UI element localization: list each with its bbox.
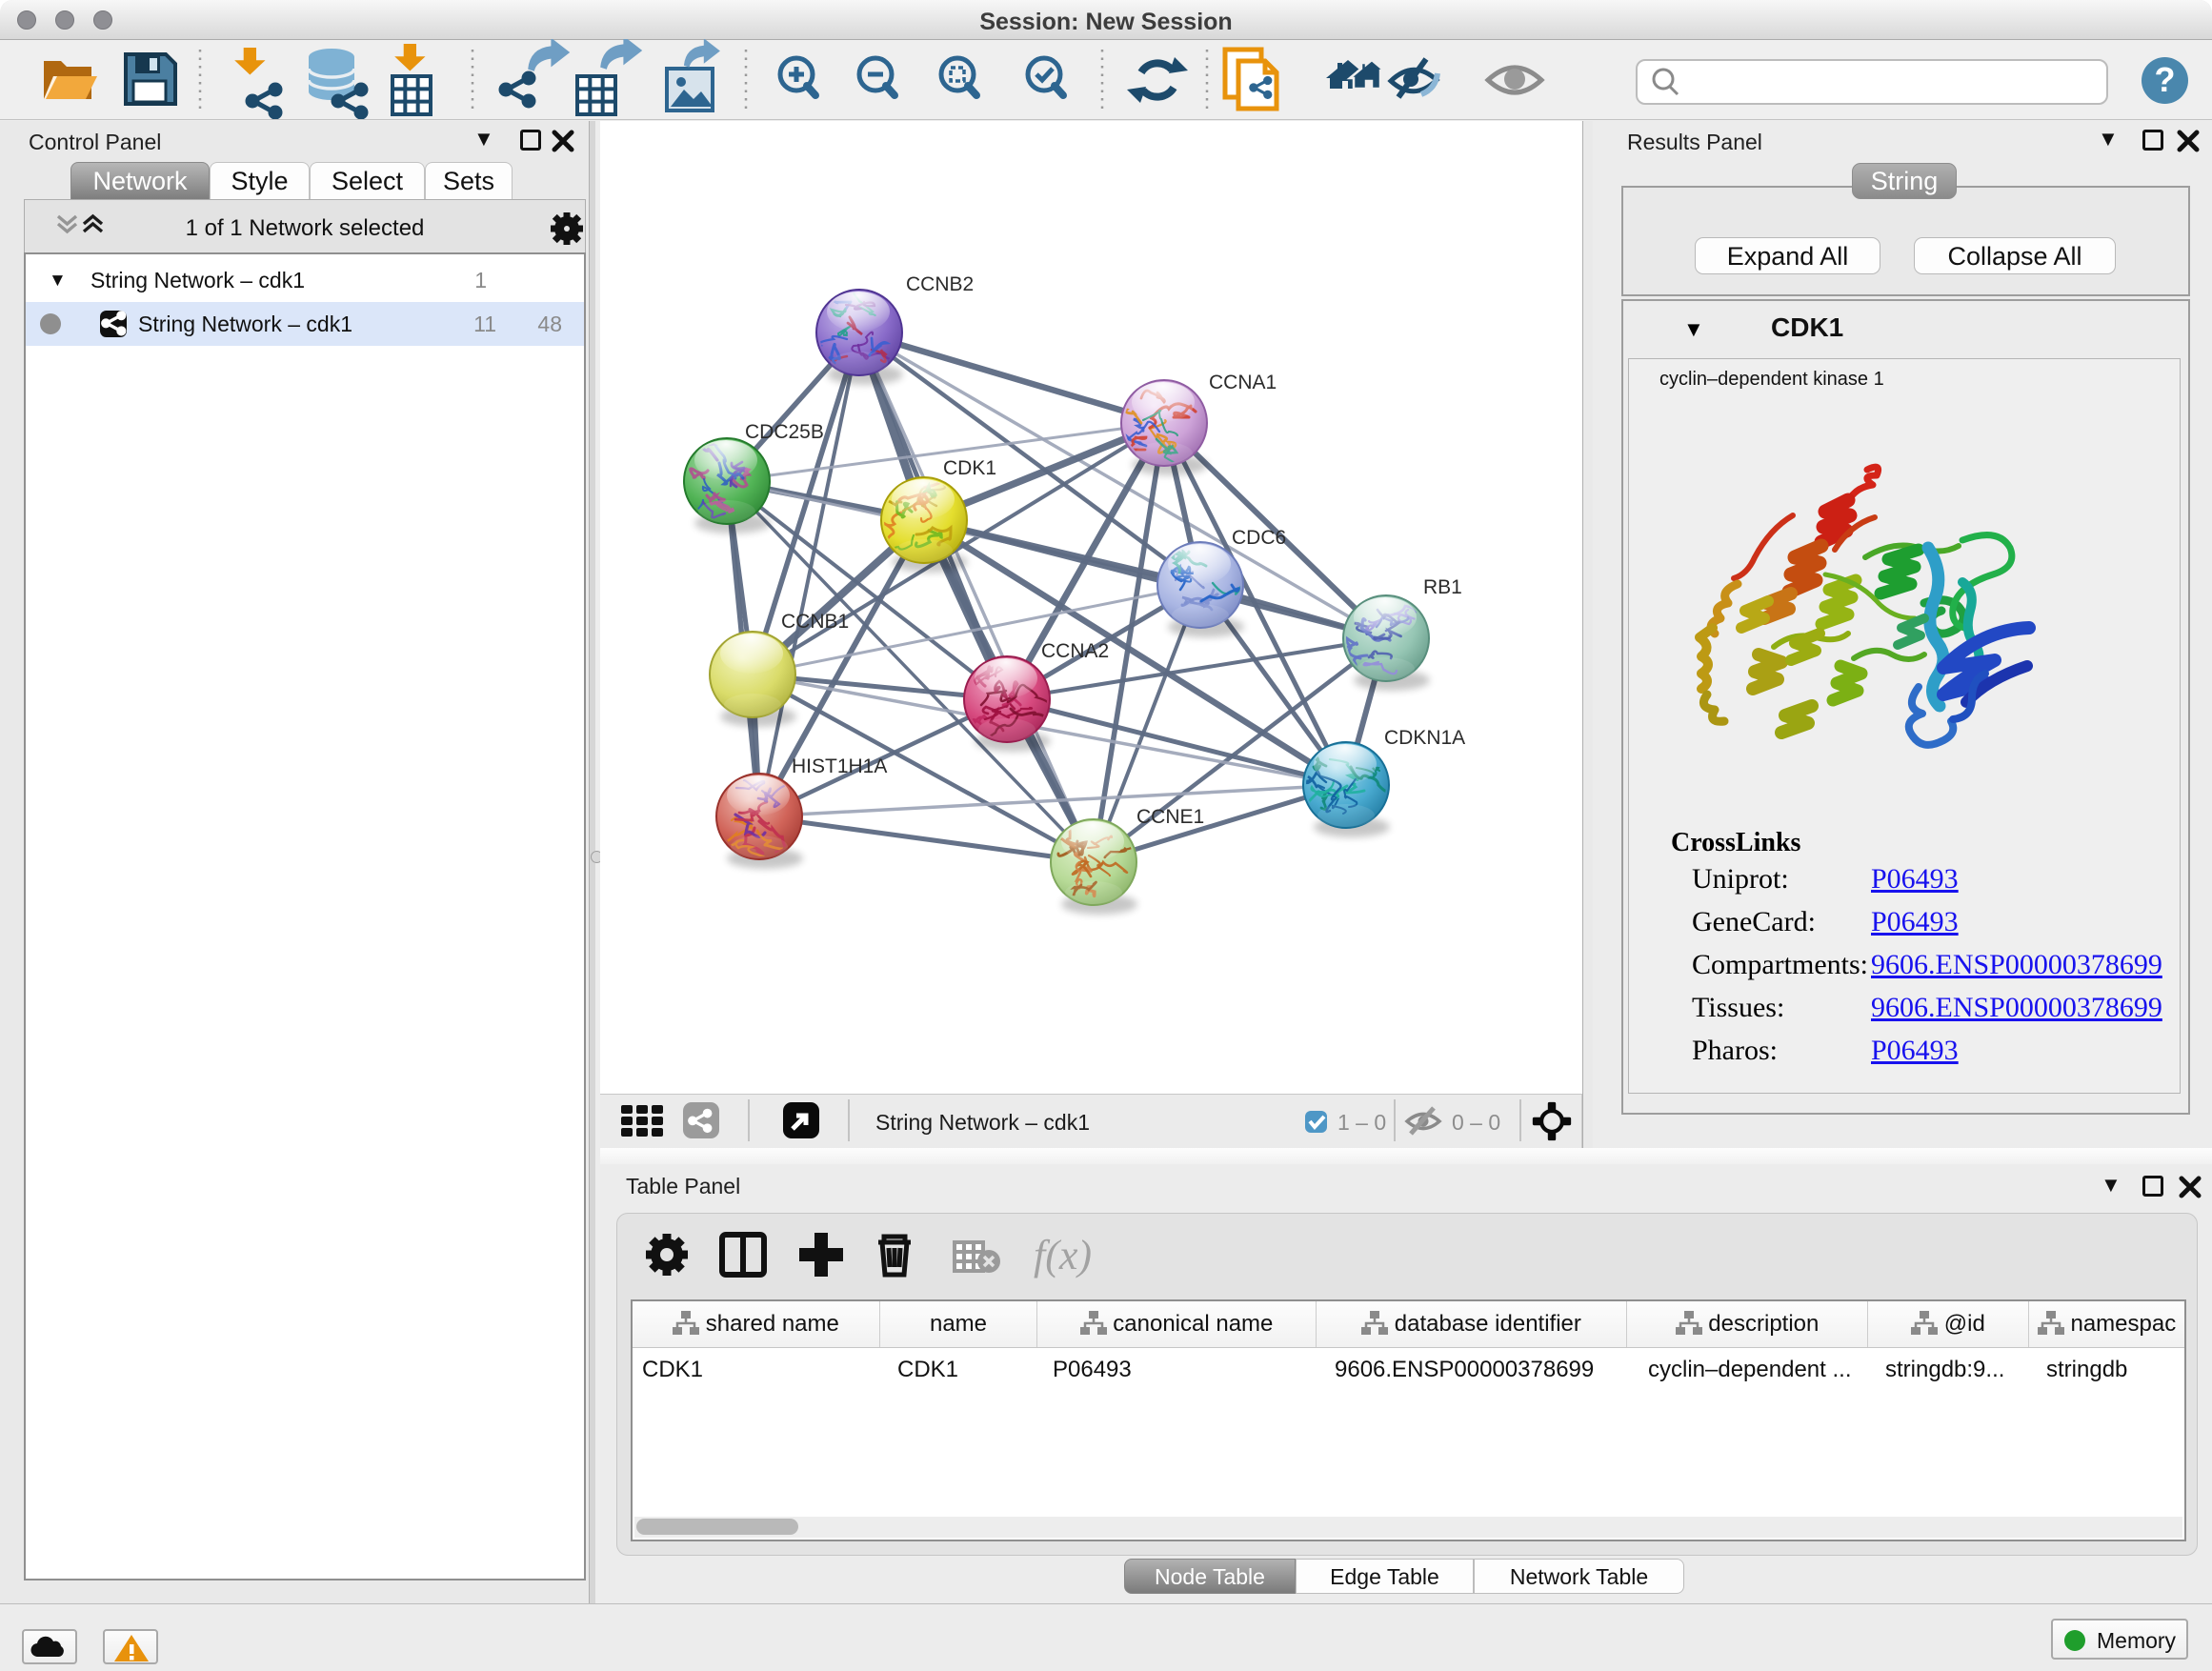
svg-text:HIST1H1A: HIST1H1A	[792, 755, 887, 777]
svg-text:CDC6: CDC6	[1232, 527, 1286, 549]
svg-text:CDC25B: CDC25B	[745, 421, 824, 443]
svg-text:0 – 0: 0 – 0	[1452, 1110, 1500, 1135]
svg-text:CCNB2: CCNB2	[906, 273, 974, 295]
svg-text:RB1: RB1	[1423, 576, 1462, 598]
svg-text:f(x): f(x)	[1034, 1232, 1092, 1278]
svg-text:String Network – cdk1: String Network – cdk1	[875, 1110, 1090, 1135]
svg-text:CCNB1: CCNB1	[781, 611, 849, 633]
svg-text:CDKN1A: CDKN1A	[1384, 727, 1465, 749]
svg-text:CCNE1: CCNE1	[1136, 806, 1204, 828]
svg-text:CCNA2: CCNA2	[1041, 640, 1109, 662]
svg-text:CCNA1: CCNA1	[1209, 372, 1277, 393]
svg-text:CDK1: CDK1	[943, 457, 996, 479]
svg-text:1 – 0: 1 – 0	[1337, 1110, 1386, 1135]
